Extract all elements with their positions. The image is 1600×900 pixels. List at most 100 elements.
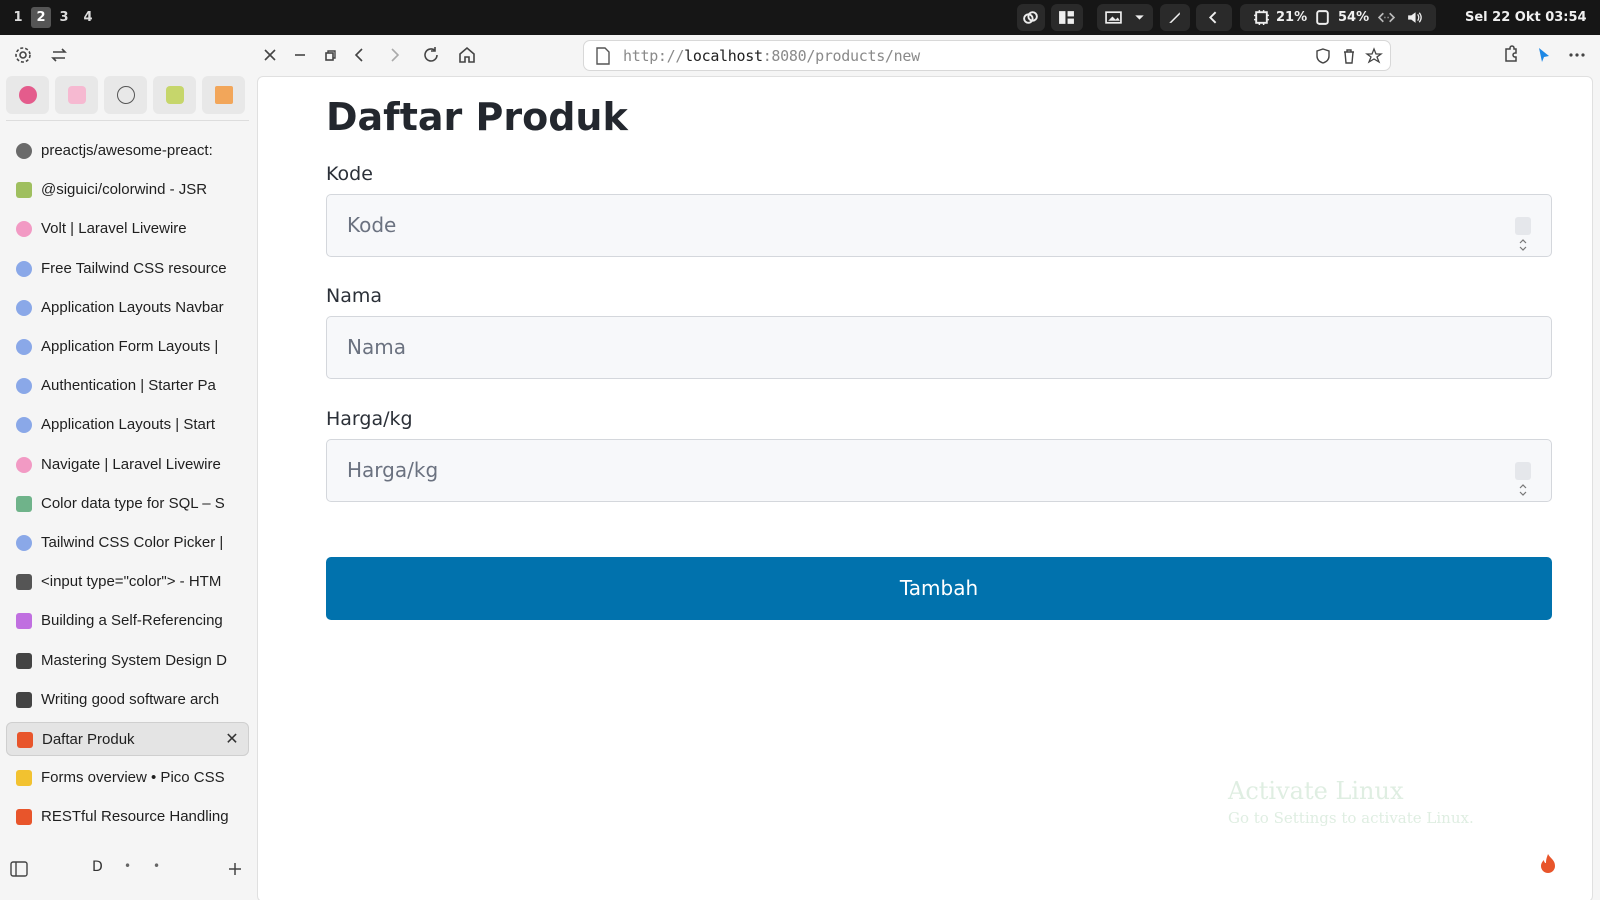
sidebar-tab-title: Free Tailwind CSS resource: [41, 259, 227, 277]
sidebar-tab-title: Writing good software arch: [41, 690, 220, 708]
flame-icon: [16, 809, 32, 826]
settings-icon[interactable]: [11, 43, 35, 67]
volume-icon[interactable]: [1406, 9, 1423, 26]
workspace-1[interactable]: 1: [8, 7, 28, 28]
nama-label: Nama: [326, 285, 383, 307]
info-icon: [117, 86, 135, 104]
harga-placeholder: Harga/kg: [347, 458, 439, 482]
sidebar-toggle-icon[interactable]: [10, 861, 28, 877]
sidebar-tab[interactable]: <input type="color"> - HTM: [6, 565, 249, 599]
sidebar-tab[interactable]: Mastering System Design D: [6, 644, 249, 678]
workspace-3[interactable]: 3: [54, 7, 74, 28]
sidebar-tab[interactable]: Application Layouts | Start: [6, 408, 249, 442]
kode-input[interactable]: Kode: [326, 194, 1552, 257]
layout-icon[interactable]: [1058, 9, 1075, 26]
sidebar-tab-title: preactjs/awesome-preact:: [41, 142, 213, 159]
sync-icon[interactable]: [47, 43, 71, 67]
workspace-dot-2[interactable]: •: [153, 859, 160, 873]
reload-icon[interactable]: [419, 43, 443, 67]
harga-label: Harga/kg: [326, 408, 413, 430]
sidebar-tab[interactable]: Application Layouts Navbar: [6, 291, 249, 325]
close-window-icon[interactable]: [258, 43, 282, 67]
url-text[interactable]: http://localhost:8080/products/new: [623, 47, 920, 65]
image-icon[interactable]: [1105, 9, 1122, 26]
sidebar-tab[interactable]: Writing good software arch: [6, 683, 249, 717]
jsr-icon: [16, 182, 32, 199]
bookmark-star-icon[interactable]: [1365, 47, 1383, 65]
sidebar-tab[interactable]: preactjs/awesome-preact:: [6, 134, 249, 168]
workspace-2[interactable]: 2: [31, 7, 51, 28]
url-bar[interactable]: http://localhost:8080/products/new: [583, 40, 1391, 71]
sidebar-tab[interactable]: @siguici/colorwind - JSR: [6, 173, 249, 207]
tray-group-picker: [1160, 4, 1190, 31]
workspace-dot-1[interactable]: •: [124, 859, 131, 873]
sidebar-tab[interactable]: Forms overview • Pico CSS: [6, 761, 249, 795]
sidebar-tab[interactable]: Application Form Layouts |: [6, 330, 249, 364]
sidebar-tab[interactable]: Free Tailwind CSS resource: [6, 252, 249, 286]
shield-icon[interactable]: [1314, 47, 1332, 65]
sidebar-tab[interactable]: RESTful Resource Handling: [6, 800, 249, 834]
sidebar-tab[interactable]: Color data type for SQL – S: [6, 487, 249, 521]
sidebar-tab[interactable]: Building a Self-Referencing: [6, 604, 249, 638]
sidebar-tab[interactable]: Navigate | Laravel Livewire: [6, 448, 249, 482]
trash-icon[interactable]: [1340, 47, 1358, 65]
extensions-icon[interactable]: [1498, 43, 1522, 67]
globe-icon: [16, 378, 32, 395]
page-content: Daftar Produk Kode Kode Nama Nama Harga/…: [257, 76, 1593, 900]
cursor-icon[interactable]: [1532, 43, 1556, 67]
globe-icon: [16, 339, 32, 355]
sidebar-tab-title: Forms overview • Pico CSS: [41, 769, 225, 787]
close-tab-icon[interactable]: ✕: [224, 731, 240, 747]
sidebar-tab-title: Volt | Laravel Livewire: [41, 220, 187, 238]
flame-icon: [17, 732, 33, 748]
tray-group-collapse: [1196, 4, 1232, 31]
restore-icon[interactable]: [318, 43, 342, 67]
tray-group-screenshot: [1097, 4, 1153, 31]
globe-icon: [16, 535, 32, 551]
chevron-left-icon[interactable]: [1205, 9, 1222, 26]
tray-group-layout: [1051, 4, 1083, 31]
home-icon[interactable]: [455, 43, 479, 67]
clock[interactable]: Sel 22 Okt 03:54: [1465, 9, 1587, 26]
color-picker-icon[interactable]: [1166, 9, 1183, 26]
livewire-icon: [16, 221, 32, 238]
link-icon[interactable]: [1022, 9, 1039, 26]
app-icon: [19, 86, 37, 104]
pinned-tab-4[interactable]: [153, 76, 196, 114]
workspace-4[interactable]: 4: [78, 7, 98, 28]
minimize-icon[interactable]: [288, 43, 312, 67]
kode-placeholder: Kode: [347, 213, 397, 237]
sidebar-tab[interactable]: Tailwind CSS Color Picker |: [6, 526, 249, 560]
harga-input[interactable]: Harga/kg: [326, 439, 1552, 502]
kode-label: Kode: [326, 163, 373, 185]
workspace-label[interactable]: D: [92, 859, 103, 875]
flame-icon[interactable]: [1538, 853, 1558, 875]
nama-input[interactable]: Nama: [326, 316, 1552, 379]
pinned-tab-5[interactable]: [202, 76, 245, 114]
tray-group-stats: 21% 54%: [1240, 4, 1436, 31]
harga-spinner[interactable]: [1515, 462, 1531, 496]
tray-group-link: [1017, 4, 1045, 31]
sidebar-tab[interactable]: Authentication | Starter Pa: [6, 369, 249, 403]
kode-spinner[interactable]: [1515, 217, 1531, 251]
more-menu-icon[interactable]: [1565, 43, 1589, 67]
sidebar-tab[interactable]: Daftar Produk ✕: [6, 722, 249, 756]
sidebar-tab-title: Daftar Produk: [42, 731, 135, 748]
new-tab-plus-icon[interactable]: [227, 861, 243, 877]
pinned-tab-1[interactable]: [6, 76, 49, 114]
back-icon[interactable]: [348, 43, 372, 67]
sidebar-tab-title: Color data type for SQL – S: [41, 494, 225, 512]
pinned-tab-3[interactable]: [104, 76, 147, 114]
sidebar-tab-title: Navigate | Laravel Livewire: [41, 455, 221, 473]
forward-icon[interactable]: [382, 43, 406, 67]
tambah-button[interactable]: Tambah: [326, 557, 1552, 620]
url-path: :8080/products/new: [762, 47, 920, 65]
pinned-tab-2[interactable]: [55, 76, 98, 114]
sidebar-tab-title: Application Form Layouts |: [41, 338, 219, 355]
sidebar-tab[interactable]: Volt | Laravel Livewire: [6, 212, 249, 246]
chevron-down-icon[interactable]: [1131, 9, 1148, 26]
sidebar-tab-title: @siguici/colorwind - JSR: [41, 181, 208, 199]
notes-icon: [166, 86, 184, 104]
mdn-icon: [16, 574, 32, 591]
memory-icon: [1316, 10, 1329, 25]
